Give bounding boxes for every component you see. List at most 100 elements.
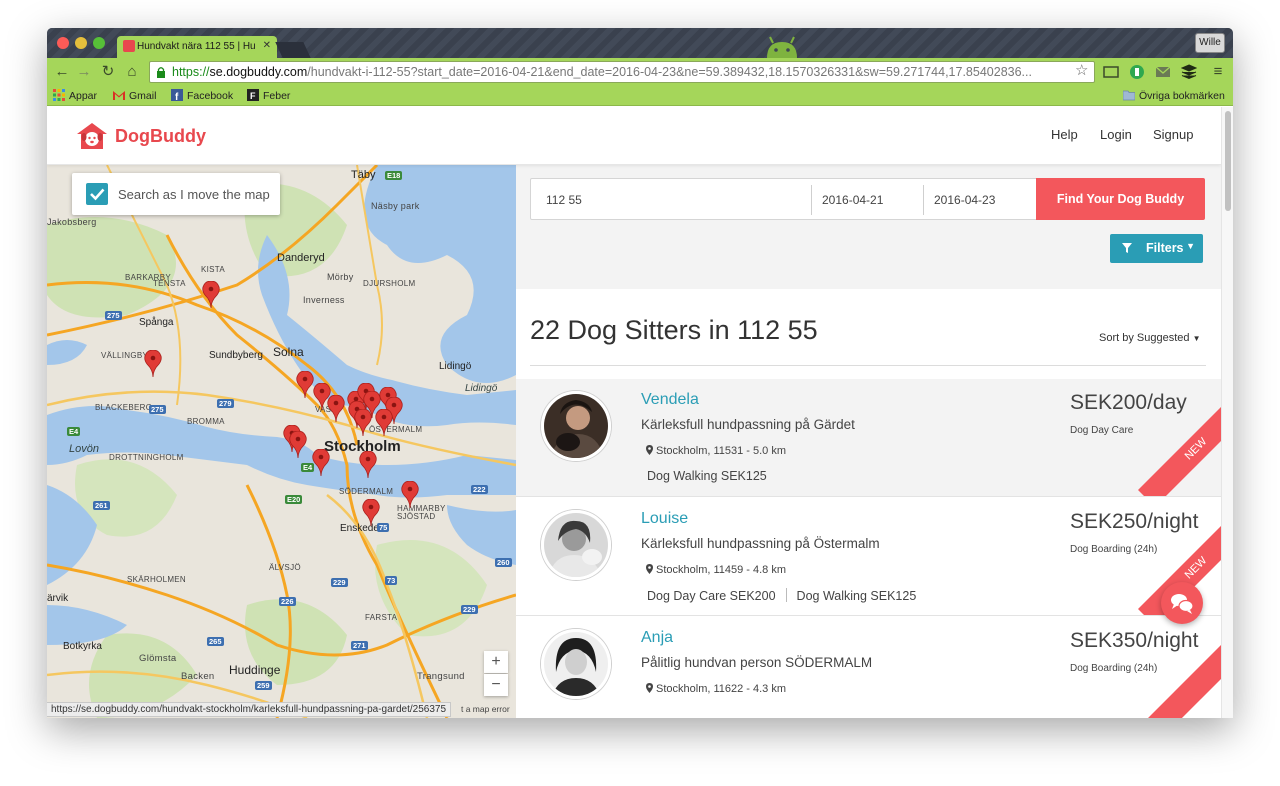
avatar[interactable]: [541, 510, 611, 580]
services-list: Dog Day Care SEK200 Dog Walking SEK125: [647, 588, 916, 603]
facebook-icon: f: [171, 89, 183, 101]
divider: [811, 185, 812, 215]
browser-tab[interactable]: Hundvakt nära 112 55 | Hu ✕: [117, 36, 277, 58]
zoom-out-button[interactable]: −: [484, 674, 508, 696]
map-marker-icon[interactable]: [296, 371, 314, 399]
sitter-name[interactable]: Louise: [641, 510, 688, 528]
sitter-name[interactable]: Vendela: [641, 391, 699, 409]
map-marker-icon[interactable]: [359, 451, 377, 479]
bookmark-facebook[interactable]: f Facebook: [171, 89, 233, 102]
start-date-input[interactable]: 2016-04-21: [822, 193, 883, 207]
end-date-input[interactable]: 2016-04-23: [934, 193, 995, 207]
location-input[interactable]: 112 55: [546, 193, 582, 207]
search-as-move-toggle[interactable]: Search as I move the map: [72, 173, 280, 215]
results-title: 22 Dog Sitters in 112 55: [530, 315, 818, 345]
close-window-button[interactable]: [57, 37, 69, 49]
map-marker-icon[interactable]: [362, 499, 380, 527]
minimize-window-button[interactable]: [75, 37, 87, 49]
mail-icon[interactable]: [1155, 64, 1171, 80]
bookmark-other[interactable]: Övriga bokmärken: [1123, 89, 1225, 102]
location-pin-icon: [646, 683, 653, 693]
buffer-icon[interactable]: [1181, 64, 1197, 80]
profile-button[interactable]: Wille: [1195, 33, 1225, 53]
results-map[interactable]: Täby Näsby park Jakobsberg Danderyd Mörb…: [47, 165, 516, 718]
forward-arrow-icon[interactable]: →: [75, 63, 93, 81]
divider: [923, 185, 924, 215]
map-label: ÄLVSJÖ: [269, 563, 301, 572]
map-label: Lidingö: [465, 383, 498, 394]
find-dog-buddy-button[interactable]: Find Your Dog Buddy: [1036, 178, 1205, 220]
road-shield: 275: [105, 311, 122, 320]
bookmark-gmail[interactable]: Gmail: [113, 89, 156, 102]
filters-button[interactable]: Filters ▼: [1110, 234, 1203, 263]
bookmark-appar[interactable]: Appar: [53, 89, 97, 102]
map-label: Näsby park: [371, 201, 420, 211]
map-marker-icon[interactable]: [289, 431, 307, 459]
road-shield: 279: [217, 399, 234, 408]
sitter-card[interactable]: Vendela Kärleksfull hundpassning på Gärd…: [516, 379, 1221, 497]
bookmark-label: Feber: [263, 90, 291, 102]
map-marker-icon[interactable]: [375, 409, 393, 437]
brand-name[interactable]: DogBuddy: [115, 126, 206, 147]
nav-help-link[interactable]: Help: [1051, 127, 1078, 142]
map-marker-icon[interactable]: [401, 481, 419, 509]
reload-icon[interactable]: ↻: [99, 63, 117, 81]
feber-icon: F: [247, 89, 259, 101]
sitter-tagline: Pålitlig hundvan person SÖDERMALM: [641, 655, 873, 670]
zoom-in-button[interactable]: +: [484, 651, 508, 673]
bookmark-feber[interactable]: F Feber: [247, 89, 290, 102]
other-bookmarks-label: Övriga bokmärken: [1139, 90, 1225, 102]
map-marker-icon[interactable]: [144, 350, 162, 378]
map-label: VÄLLINGBY: [101, 351, 149, 360]
extension-green-icon[interactable]: [1129, 64, 1145, 80]
map-label: BROMMA: [187, 417, 225, 426]
dogbuddy-logo-icon[interactable]: [75, 121, 109, 151]
bookmark-label: Appar: [69, 90, 98, 102]
page-scrollbar[interactable]: [1221, 107, 1233, 718]
avatar[interactable]: [541, 391, 611, 461]
avatar[interactable]: [541, 629, 611, 699]
report-map-error-link[interactable]: t a map error: [461, 704, 510, 714]
chat-button[interactable]: [1161, 582, 1203, 624]
map-label: DROTTNINGHOLM: [109, 453, 184, 462]
map-marker-icon[interactable]: [354, 409, 372, 437]
sitter-location: Stockholm, 11459 - 4.8 km: [646, 564, 786, 576]
sort-dropdown[interactable]: Sort by Suggested ▼: [1099, 332, 1201, 344]
sitter-card[interactable]: Anja Pålitlig hundvan person SÖDERMALM S…: [516, 617, 1221, 718]
tab-close-icon[interactable]: ✕: [263, 40, 271, 51]
map-label: FARSTA: [365, 613, 398, 622]
map-label: Lovön: [69, 443, 99, 455]
map-label: BLACKEBERG: [95, 403, 153, 412]
back-arrow-icon[interactable]: ←: [53, 63, 71, 81]
results-panel: 112 55 2016-04-21 2016-04-23 Find Your D…: [516, 165, 1221, 718]
url-scheme: https://: [172, 65, 210, 79]
home-icon[interactable]: ⌂: [123, 63, 141, 81]
map-label: Huddinge: [229, 663, 281, 677]
map-marker-icon[interactable]: [327, 395, 345, 423]
map-label: TENSTA: [153, 279, 186, 288]
checkbox-checked-icon[interactable]: [86, 183, 108, 205]
map-label: Danderyd: [277, 252, 325, 264]
road-shield: E18: [385, 171, 403, 180]
bookmark-label: Gmail: [129, 90, 157, 102]
cast-icon[interactable]: [1103, 64, 1119, 80]
road-shield: 271: [351, 641, 368, 650]
map-label: Trangsund: [417, 671, 465, 682]
bookmark-star-icon[interactable]: ☆: [1075, 61, 1088, 79]
new-tab-button[interactable]: [275, 42, 311, 58]
address-bar[interactable]: https://se.dogbuddy.com/hundvakt-i-112-5…: [149, 61, 1095, 83]
filter-funnel-icon: [1122, 243, 1132, 253]
sitter-name[interactable]: Anja: [641, 629, 673, 647]
menu-icon[interactable]: ≡: [1209, 63, 1227, 81]
url-path: /hundvakt-i-112-55?start_date=2016-04-21…: [307, 65, 1032, 79]
nav-signup-link[interactable]: Signup: [1153, 127, 1193, 142]
map-marker-icon[interactable]: [312, 449, 330, 477]
map-marker-icon[interactable]: [202, 281, 220, 309]
road-shield: 229: [461, 605, 478, 614]
nav-login-link[interactable]: Login: [1100, 127, 1132, 142]
map-label: SÖDERMALM: [339, 487, 394, 496]
sitter-card[interactable]: Louise Kärleksfull hundpassning på Öster…: [516, 498, 1221, 616]
scrollbar-thumb[interactable]: [1225, 111, 1231, 211]
map-label: Mörby: [327, 272, 354, 282]
maximize-window-button[interactable]: [93, 37, 105, 49]
